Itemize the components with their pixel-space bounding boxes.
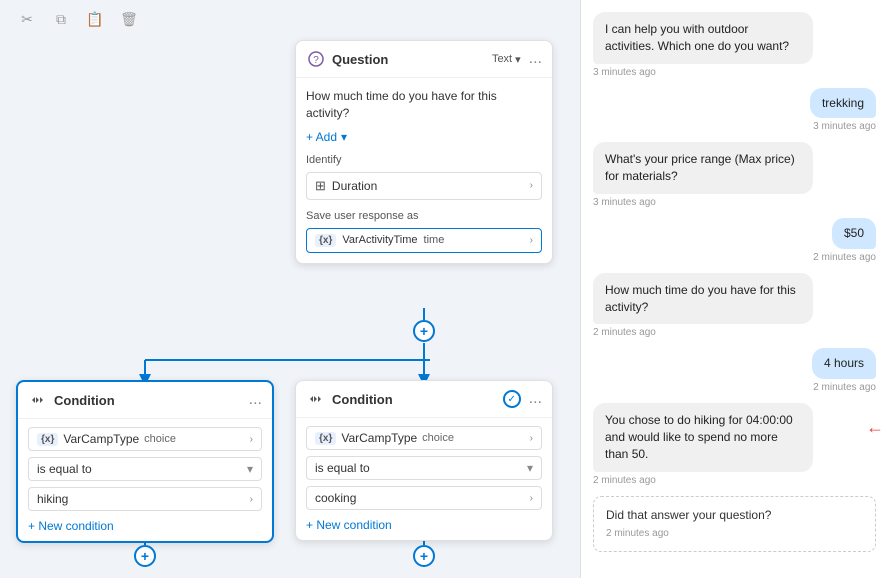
canvas-area: ✂ ⧉ 📋 🗑: [0, 0, 580, 578]
condition-left-title: Condition: [54, 393, 115, 408]
cond-right-chevron: ›: [530, 433, 533, 444]
question-badge: Text ▾: [492, 53, 521, 66]
paste-icon[interactable]: 📋: [84, 8, 106, 30]
question-card: ? Question Text ▾ ... How much time do y…: [295, 40, 553, 264]
arrow-indicator: ←: [866, 417, 884, 438]
question-header-left: ? Question: [306, 49, 388, 69]
chat-time-3: 3 minutes ago: [593, 197, 876, 208]
condition-left-body: {x} VarCampType choice › is equal to ▾ h…: [18, 419, 272, 541]
question-menu[interactable]: ...: [529, 50, 542, 68]
cond-left-value-text: hiking: [37, 492, 68, 506]
question-card-header: ? Question Text ▾ ...: [296, 41, 552, 78]
chat-row-2: trekking 3 minutes ago: [593, 88, 876, 133]
condition-right-new-btn[interactable]: + New condition: [306, 518, 542, 532]
save-row[interactable]: {x} VarActivityTime time ›: [306, 228, 542, 253]
cut-icon[interactable]: ✂: [16, 8, 38, 30]
chat-bubble-3: What's your price range (Max price) for …: [593, 142, 813, 194]
question-card-body: How much time do you have for this activ…: [296, 78, 552, 263]
chat-row-6: 4 hours 2 minutes ago: [593, 348, 876, 393]
var-name: VarActivityTime: [342, 234, 417, 246]
condition-left-equals[interactable]: is equal to ▾: [28, 457, 262, 481]
chat-time-5: 2 minutes ago: [593, 327, 876, 338]
condition-left-var-left: {x} VarCampType choice: [37, 432, 176, 446]
condition-right-equals[interactable]: is equal to ▾: [306, 456, 542, 480]
condition-right-body: {x} VarCampType choice › is equal to ▾ c…: [296, 418, 552, 540]
chat-bubble-5: How much time do you have for this activ…: [593, 273, 813, 325]
cond-left-var-badge: {x}: [37, 433, 58, 446]
save-label: Save user response as: [306, 210, 542, 222]
cond-left-var-name: VarCampType: [63, 432, 139, 446]
chat-time-8: 2 minutes ago: [606, 527, 863, 541]
check-circle: ✓: [503, 390, 521, 408]
question-icon: ?: [306, 49, 326, 69]
var-type: time: [424, 234, 445, 246]
new-condition-right-label: + New condition: [306, 518, 392, 532]
identify-label: Identify: [306, 154, 542, 166]
condition-left-icon: [28, 390, 48, 410]
condition-right-var-left: {x} VarCampType choice: [315, 431, 454, 445]
cond-left-choice: choice: [144, 433, 176, 445]
table-icon: ⊞: [315, 178, 326, 194]
condition-right-header-left: Condition: [306, 389, 393, 409]
chat-bubble-8: Did that answer your question?: [606, 507, 863, 524]
condition-right-icon: [306, 389, 326, 409]
chat-time-1: 3 minutes ago: [593, 67, 876, 78]
cond-right-equals-label: is equal to: [315, 461, 370, 475]
plus-button-left-bottom[interactable]: +: [134, 545, 156, 567]
question-title: Question: [332, 52, 388, 67]
chat-row-5: How much time do you have for this activ…: [593, 273, 876, 339]
cond-right-choice: choice: [422, 432, 454, 444]
save-chevron: ›: [530, 235, 533, 246]
chat-bubble-2: trekking: [810, 88, 876, 119]
condition-right-value[interactable]: cooking ›: [306, 486, 542, 510]
cond-right-var-name: VarCampType: [341, 431, 417, 445]
chat-bubble-4: $50: [832, 218, 876, 249]
condition-card-right: Condition ✓ ... {x} VarCampType choice ›…: [295, 380, 553, 541]
condition-left-header-left: Condition: [28, 390, 115, 410]
condition-left-menu[interactable]: ...: [249, 391, 262, 409]
condition-left-header: Condition ...: [18, 382, 272, 419]
condition-left-new-btn[interactable]: + New condition: [28, 519, 262, 533]
condition-left-value[interactable]: hiking ›: [28, 487, 262, 511]
identify-row-left: ⊞ Duration: [315, 178, 377, 194]
cond-right-value-text: cooking: [315, 491, 356, 505]
chat-row-7-container: You chose to do hiking for 04:00:00 and …: [593, 403, 876, 485]
new-condition-left-label: + New condition: [28, 519, 114, 533]
identify-row[interactable]: ⊞ Duration ›: [306, 172, 542, 200]
chat-row-3: What's your price range (Max price) for …: [593, 142, 876, 208]
chat-time-6: 2 minutes ago: [813, 382, 876, 393]
chat-time-7: 2 minutes ago: [593, 475, 876, 486]
delete-icon[interactable]: 🗑: [118, 8, 140, 30]
chat-time-2: 3 minutes ago: [813, 121, 876, 132]
chat-bubble-7: You chose to do hiking for 04:00:00 and …: [593, 403, 813, 471]
cond-right-var-badge: {x}: [315, 432, 336, 445]
question-text: How much time do you have for this activ…: [306, 88, 542, 122]
chat-panel: I can help you with outdoor activities. …: [580, 0, 888, 578]
plus-button-right-bottom[interactable]: +: [413, 545, 435, 567]
svg-text:?: ?: [313, 55, 319, 66]
chat-row-4: $50 2 minutes ago: [593, 218, 876, 263]
condition-right-var-row[interactable]: {x} VarCampType choice ›: [306, 426, 542, 450]
chat-row-1: I can help you with outdoor activities. …: [593, 12, 876, 78]
condition-right-title: Condition: [332, 392, 393, 407]
add-button[interactable]: + Add ▾: [306, 130, 542, 144]
condition-right-menu[interactable]: ...: [529, 390, 542, 408]
chat-row-7: You chose to do hiking for 04:00:00 and …: [593, 403, 876, 485]
chat-bubble-6: 4 hours: [812, 348, 876, 379]
toolbar: ✂ ⧉ 📋 🗑: [16, 8, 140, 30]
cond-left-equals-label: is equal to: [37, 462, 92, 476]
save-row-left: {x} VarActivityTime time: [315, 234, 444, 247]
condition-left-var-row[interactable]: {x} VarCampType choice ›: [28, 427, 262, 451]
condition-right-header: Condition ✓ ...: [296, 381, 552, 418]
chat-bottom-card: Did that answer your question? 2 minutes…: [593, 496, 876, 553]
identify-chevron: ›: [530, 180, 533, 191]
condition-card-left: Condition ... {x} VarCampType choice › i…: [16, 380, 274, 543]
plus-button-junction[interactable]: +: [413, 320, 435, 342]
chat-bubble-1: I can help you with outdoor activities. …: [593, 12, 813, 64]
copy-icon[interactable]: ⧉: [50, 8, 72, 30]
var-badge: {x}: [315, 234, 336, 247]
chat-time-4: 2 minutes ago: [813, 252, 876, 263]
cond-left-chevron: ›: [250, 434, 253, 445]
identify-value: Duration: [332, 179, 377, 193]
